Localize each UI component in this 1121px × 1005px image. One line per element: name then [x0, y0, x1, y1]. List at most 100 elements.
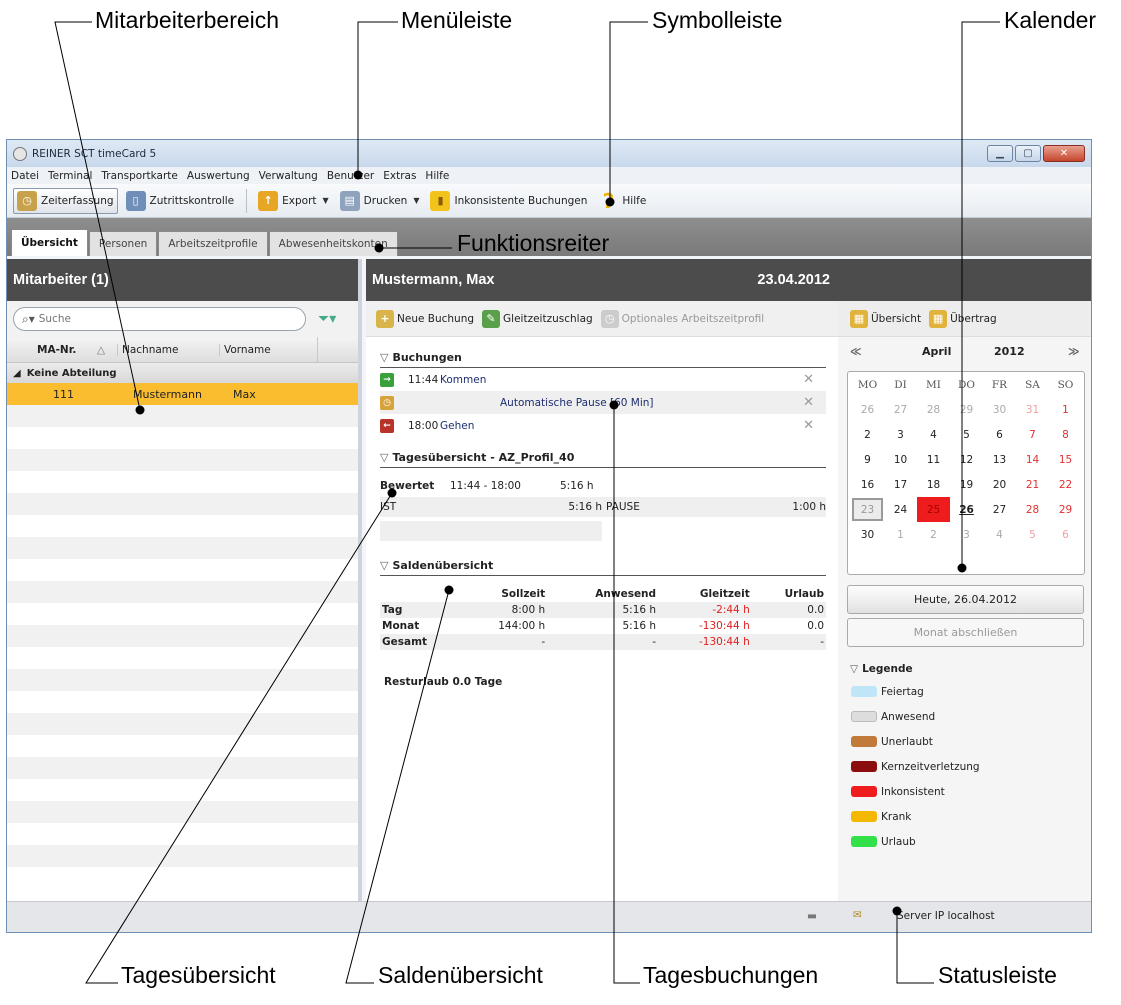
drucken-button[interactable]: ▤ Drucken ▼: [337, 188, 423, 214]
menu-verwaltung[interactable]: Verwaltung: [259, 170, 318, 182]
close-button[interactable]: ✕: [1043, 145, 1085, 162]
menu-benutzer[interactable]: Benutzer: [327, 170, 374, 182]
month-label[interactable]: April: [922, 345, 951, 358]
tab-personen[interactable]: Personen: [88, 231, 158, 256]
calendar-day[interactable]: 28: [1016, 497, 1049, 522]
heute-button[interactable]: Heute, 26.04.2012: [847, 585, 1084, 614]
menu-datei[interactable]: Datei: [11, 170, 39, 182]
calendar-day[interactable]: 1: [1049, 397, 1082, 422]
calendar-day[interactable]: 26: [950, 497, 983, 522]
delete-icon[interactable]: ✕: [803, 372, 814, 387]
calendar-day[interactable]: 6: [983, 422, 1016, 447]
calendar-day[interactable]: 10: [884, 447, 917, 472]
group-header[interactable]: ◢ Keine Abteilung: [7, 363, 358, 383]
buchungen-section[interactable]: ▽ Buchungen: [380, 351, 826, 368]
calendar-day[interactable]: 4: [983, 522, 1016, 547]
export-button[interactable]: ↑ Export ▼: [255, 188, 332, 214]
calendar-day[interactable]: 14: [1016, 447, 1049, 472]
inkonsistente-buchungen-button[interactable]: ▮ Inkonsistente Buchungen: [427, 188, 590, 214]
booking-row[interactable]: → 11:44 Kommen ✕: [380, 368, 826, 391]
calendar-day[interactable]: 16: [851, 472, 884, 497]
neue-buchung-button[interactable]: + Neue Buchung: [376, 309, 474, 328]
search-input[interactable]: [38, 313, 239, 325]
uebersicht-button[interactable]: ▦ Übersicht: [850, 309, 921, 328]
tagesuebersicht-section[interactable]: ▽ Tagesübersicht - AZ_Profil_40: [380, 451, 826, 468]
calendar-day[interactable]: 2: [917, 522, 950, 547]
filter-icon[interactable]: ⏷▾: [318, 311, 336, 327]
delete-icon[interactable]: ✕: [803, 418, 814, 433]
optionales-profil-button[interactable]: ◷ Optionales Arbeitszeitprofil: [600, 309, 764, 328]
calendar-day[interactable]: 8: [1049, 422, 1082, 447]
uebertrag-button[interactable]: ▦ Übertrag: [929, 309, 997, 328]
tab-arbeitszeitprofile[interactable]: Arbeitszeitprofile: [158, 231, 268, 256]
calendar-day[interactable]: 18: [917, 472, 950, 497]
calendar-day[interactable]: 13: [983, 447, 1016, 472]
calendar-day[interactable]: 26: [851, 397, 884, 422]
booking-row[interactable]: ◷ Automatische Pause [60 Min] ✕: [380, 391, 826, 414]
calendar-day[interactable]: 30: [983, 397, 1016, 422]
menu-hilfe[interactable]: Hilfe: [425, 170, 449, 182]
year-label[interactable]: 2012: [994, 345, 1025, 358]
sort-up-icon[interactable]: △: [97, 344, 117, 356]
maximize-button[interactable]: ▢: [1015, 145, 1041, 162]
calendar-day[interactable]: 25: [917, 497, 950, 522]
calendar-day[interactable]: 3: [884, 422, 917, 447]
minimize-button[interactable]: ▁: [987, 145, 1013, 162]
calendar-day[interactable]: 29: [1049, 497, 1082, 522]
calendar-day[interactable]: 17: [884, 472, 917, 497]
calendar-day[interactable]: 11: [917, 447, 950, 472]
zeiterfassung-button[interactable]: ◷ Zeiterfassung: [13, 187, 118, 214]
calendar-day[interactable]: 2: [851, 422, 884, 447]
drucken-dropdown-icon[interactable]: ▼: [413, 196, 419, 205]
calendar-day[interactable]: 1: [884, 522, 917, 547]
calendar-day[interactable]: 29: [950, 397, 983, 422]
calendar-day[interactable]: 20: [983, 472, 1016, 497]
section-collapse-icon[interactable]: ▽: [380, 559, 388, 572]
next-month-icon[interactable]: ≫: [1068, 345, 1080, 358]
menu-extras[interactable]: Extras: [383, 170, 416, 182]
prev-month-icon[interactable]: ≪: [850, 345, 862, 358]
export-dropdown-icon[interactable]: ▼: [323, 196, 329, 205]
menu-transportkarte[interactable]: Transportkarte: [101, 170, 178, 182]
collapse-icon[interactable]: ◢: [13, 368, 21, 379]
calendar-day[interactable]: 9: [851, 447, 884, 472]
table-row[interactable]: 111 Mustermann Max: [7, 383, 358, 405]
calendar-day[interactable]: 31: [1016, 397, 1049, 422]
calendar-day[interactable]: 19: [950, 472, 983, 497]
legend-collapse-icon[interactable]: ▽: [850, 663, 858, 675]
booking-row[interactable]: ← 18:00 Gehen ✕: [380, 414, 826, 437]
calendar-day[interactable]: 22: [1049, 472, 1082, 497]
calendar-day[interactable]: 27: [983, 497, 1016, 522]
salden-section[interactable]: ▽ Saldenübersicht: [380, 559, 826, 576]
search-icon[interactable]: ⌕▾: [22, 312, 35, 327]
calendar-day[interactable]: 7: [1016, 422, 1049, 447]
calendar-day[interactable]: 21: [1016, 472, 1049, 497]
calendar-day[interactable]: 12: [950, 447, 983, 472]
menu-terminal[interactable]: Terminal: [48, 170, 92, 182]
gleitzeitzuschlag-button[interactable]: ✎ Gleitzeitzuschlag: [482, 309, 593, 328]
calendar-day[interactable]: 30: [851, 522, 884, 547]
calendar-day[interactable]: 4: [917, 422, 950, 447]
menu-auswertung[interactable]: Auswertung: [187, 170, 250, 182]
section-collapse-icon[interactable]: ▽: [380, 351, 388, 364]
calendar-day[interactable]: 27: [884, 397, 917, 422]
tab-abwesenheitskonten[interactable]: Abwesenheitskonten: [268, 231, 398, 256]
tab-uebersicht[interactable]: Übersicht: [11, 229, 88, 256]
legende-title[interactable]: ▽ Legende: [850, 663, 1091, 675]
calendar-day[interactable]: 5: [950, 422, 983, 447]
column-nachname[interactable]: Nachname: [117, 343, 219, 356]
zutrittskontrolle-button[interactable]: ▯ Zutrittskontrolle: [123, 188, 238, 214]
section-collapse-icon[interactable]: ▽: [380, 451, 388, 464]
calendar-day[interactable]: 28: [917, 397, 950, 422]
monat-abschliessen-button[interactable]: Monat abschließen: [847, 618, 1084, 647]
calendar-day[interactable]: 6: [1049, 522, 1082, 547]
column-ma-nr[interactable]: MA-Nr.: [37, 344, 97, 356]
calendar-day[interactable]: 3: [950, 522, 983, 547]
calendar-day[interactable]: 23: [852, 498, 883, 521]
calendar-day[interactable]: 24: [884, 497, 917, 522]
hilfe-button[interactable]: ? Hilfe: [595, 188, 649, 214]
calendar-day[interactable]: 5: [1016, 522, 1049, 547]
column-vorname[interactable]: Vorname: [219, 343, 317, 356]
calendar-day[interactable]: 15: [1049, 447, 1082, 472]
delete-icon[interactable]: ✕: [803, 395, 814, 410]
